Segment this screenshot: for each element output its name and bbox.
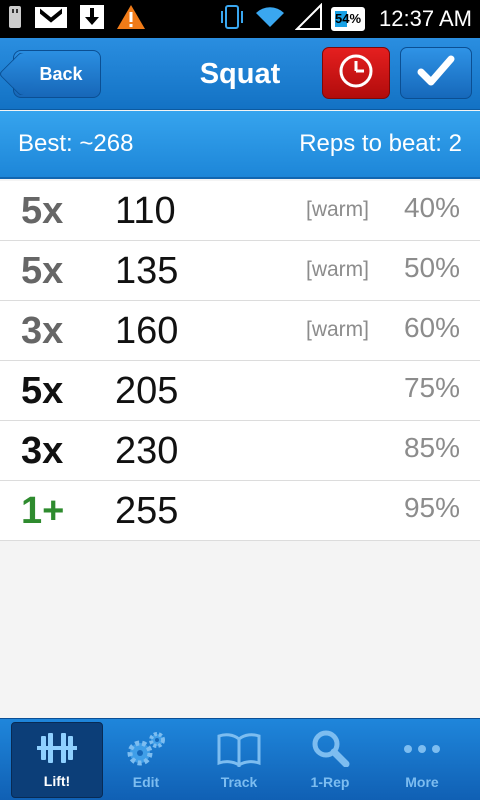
reps-to-beat: Reps to beat: 2 xyxy=(299,130,462,157)
tab-track[interactable]: Track xyxy=(193,722,285,798)
set-row[interactable]: 5x 110 [warm] 40% xyxy=(0,181,480,241)
tab-more[interactable]: More xyxy=(376,722,468,798)
download-icon xyxy=(78,3,106,36)
clock-time: 12:37 AM xyxy=(379,6,472,31)
set-row[interactable]: 1+ 255 95% xyxy=(0,481,480,541)
set-percent: 85% xyxy=(403,432,460,463)
set-weight: 230 xyxy=(115,430,179,472)
tab-one-rep[interactable]: 1-Rep xyxy=(284,722,376,798)
set-reps: 5x xyxy=(21,190,64,232)
set-row[interactable]: 3x 160 [warm] 60% xyxy=(0,301,480,361)
tab-edit[interactable]: Edit xyxy=(100,722,192,798)
set-weight: 160 xyxy=(115,310,179,352)
vibrate-icon xyxy=(219,3,245,36)
set-percent: 50% xyxy=(403,252,460,283)
clock-icon xyxy=(338,53,374,94)
back-button[interactable]: Back xyxy=(0,50,101,98)
set-reps: 5x xyxy=(21,250,64,292)
set-weight: 255 xyxy=(115,490,179,532)
tab-label: Track xyxy=(220,774,258,790)
notification-icons xyxy=(6,3,146,36)
best-estimate: Best: ~268 xyxy=(18,130,134,157)
tab-label: Lift! xyxy=(43,773,71,789)
timer-button[interactable] xyxy=(322,47,390,99)
search-icon xyxy=(308,729,352,774)
usb-icon xyxy=(6,4,24,35)
set-weight: 205 xyxy=(115,370,179,412)
bottom-tab-bar: Lift! Edit Track 1-Rep More xyxy=(0,718,480,800)
back-button-arrow xyxy=(0,51,44,97)
set-percent: 75% xyxy=(403,372,460,403)
set-warm-label: [warm] xyxy=(306,258,369,281)
set-reps: 3x xyxy=(21,310,64,352)
set-reps: 1+ xyxy=(21,490,65,532)
set-percent: 40% xyxy=(403,192,460,223)
set-warm-label: [warm] xyxy=(306,198,369,221)
set-row[interactable]: 5x 135 [warm] 50% xyxy=(0,241,480,301)
battery-text: 54% xyxy=(335,11,362,26)
more-dots-icon xyxy=(399,731,445,774)
page-title: Squat xyxy=(199,58,281,90)
signal-icon xyxy=(294,2,323,36)
set-row[interactable]: 5x 205 75% xyxy=(0,361,480,421)
checkmark-icon xyxy=(417,55,455,92)
set-reps: 3x xyxy=(21,430,64,472)
barbell-icon xyxy=(35,730,79,773)
tab-label: More xyxy=(405,774,439,790)
set-percent: 60% xyxy=(403,312,460,343)
battery-indicator: 54% xyxy=(331,7,366,31)
sets-list: 5x 110 [warm] 40% 5x 135 [warm] 50% 3x 1… xyxy=(0,181,480,541)
tab-label: Edit xyxy=(132,774,160,790)
gears-icon xyxy=(124,731,168,774)
status-bar: 54% 12:37 AM xyxy=(0,0,480,38)
book-icon xyxy=(216,731,262,774)
set-row[interactable]: 3x 230 85% xyxy=(0,421,480,481)
header-bar: Back Squat xyxy=(0,38,480,110)
set-reps: 5x xyxy=(21,370,64,412)
system-icons: 54% 12:37 AM xyxy=(219,2,472,36)
set-weight: 135 xyxy=(115,250,179,292)
tab-label: 1-Rep xyxy=(310,774,350,790)
set-weight: 110 xyxy=(115,190,176,232)
set-warm-label: [warm] xyxy=(306,318,369,341)
confirm-button[interactable] xyxy=(400,47,472,99)
wifi-icon xyxy=(253,3,287,36)
back-button-label: Back xyxy=(39,63,83,84)
gmail-icon xyxy=(33,4,69,35)
info-bar: Best: ~268 Reps to beat: 2 xyxy=(0,111,480,179)
tab-lift[interactable]: Lift! xyxy=(11,722,103,798)
warning-icon xyxy=(116,3,146,36)
set-percent: 95% xyxy=(403,492,460,523)
